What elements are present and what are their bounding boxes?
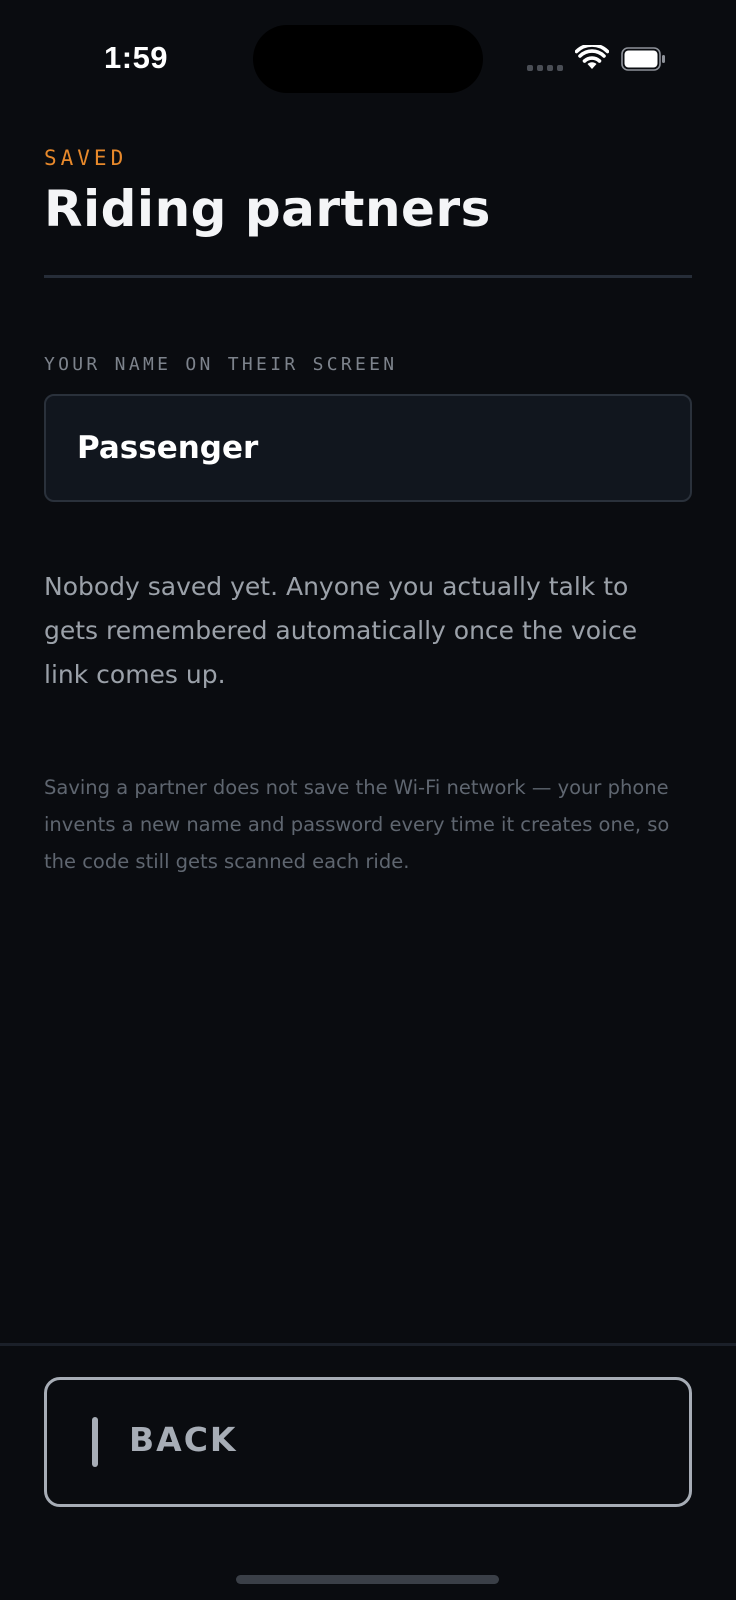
back-bar-icon [92, 1417, 98, 1467]
status-time: 1:59 [104, 40, 169, 75]
name-field-label: YOUR NAME ON THEIR SCREEN [44, 354, 398, 375]
page-title: Riding partners [44, 180, 491, 238]
back-button-label: BACK [129, 1420, 238, 1459]
wifi-icon [575, 45, 609, 69]
back-button[interactable]: BACK [44, 1377, 692, 1507]
footer-divider [0, 1343, 736, 1346]
display-name-input[interactable] [44, 394, 692, 502]
dynamic-island [253, 25, 483, 93]
home-indicator[interactable] [236, 1575, 499, 1584]
section-eyebrow: SAVED [44, 146, 128, 170]
header-divider [44, 275, 692, 278]
battery-icon [621, 47, 665, 71]
wifi-footnote: Saving a partner does not save the Wi-Fi… [44, 776, 670, 873]
partners-empty-message: Nobody saved yet. Anyone you actually ta… [44, 572, 638, 689]
cellular-signal-icon [527, 65, 563, 71]
